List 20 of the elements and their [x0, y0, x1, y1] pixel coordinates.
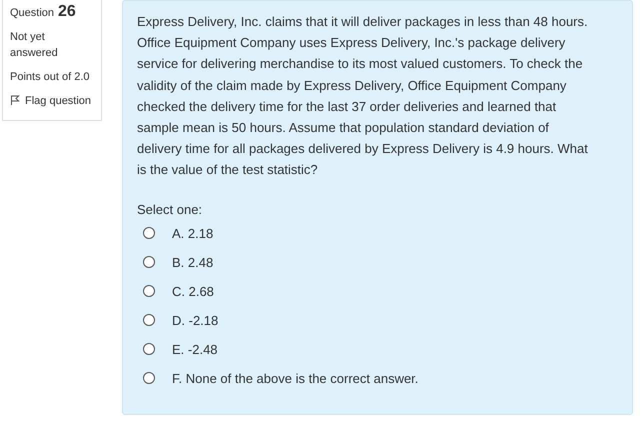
select-prompt: Select one: [137, 200, 204, 219]
flag-icon [10, 95, 20, 105]
flag-question-link[interactable]: Flag question [10, 93, 95, 110]
answer-option[interactable]: C. 2.68 [137, 276, 618, 306]
answer-option[interactable]: D. -2.18 [137, 306, 618, 335]
question-label: Question [10, 6, 54, 21]
question-number: 26 [58, 3, 76, 21]
answer-option[interactable]: E. -2.48 [137, 334, 618, 364]
question-text: Express Delivery, Inc. claims that it will deliver packages in less than 48 hours. Office Equipment Company uses Express Delivery, Inc.'s package delivery service for delivering merchandise to its most valued customers. To check the validity of the claim made by Express Delivery, Office Equipment Company checked the delivery time for the last 37 order deliveries and learned that sample mean is 50 hours. Assume that population standard deviation of delivery time for all packages delivered by Express Delivery is 4.9 hours. What is the value of the test statistic? [137, 13, 589, 180]
answer-option[interactable]: B. 2.48 [137, 248, 618, 277]
radio-button[interactable] [143, 227, 155, 240]
answer-option[interactable]: A. 2.18 [137, 218, 618, 248]
radio-button[interactable] [143, 314, 155, 326]
radio-button[interactable] [143, 256, 155, 268]
radio-button[interactable] [143, 372, 155, 384]
radio-button[interactable] [143, 343, 155, 356]
answer-status: Not yet answered [10, 30, 59, 61]
answer-option[interactable]: F. None of the above is the correct answer. [137, 364, 618, 393]
points-text: Points out of 2.0 [10, 70, 90, 85]
radio-button[interactable] [143, 285, 155, 298]
